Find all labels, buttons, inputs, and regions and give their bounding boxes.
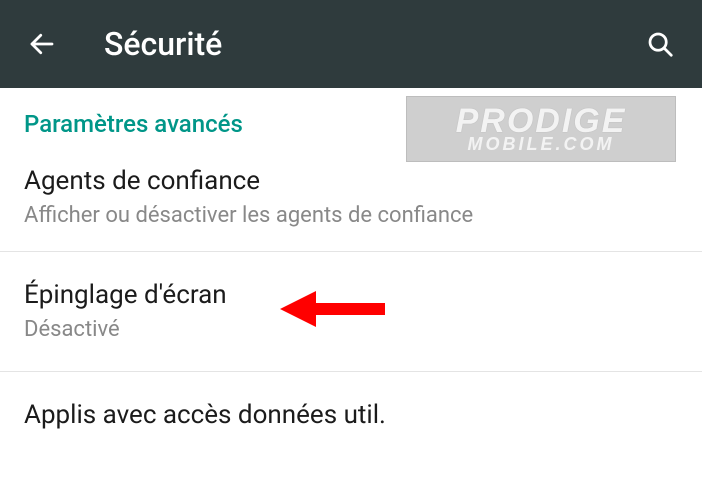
setting-title: Épinglage d'écran [24, 278, 678, 313]
setting-screen-pinning[interactable]: Épinglage d'écran Désactivé [0, 252, 702, 371]
back-arrow-icon [27, 29, 57, 59]
setting-trust-agents[interactable]: Agents de confiance Afficher ou désactiv… [0, 152, 702, 251]
page-title: Sécurité [104, 25, 638, 63]
back-button[interactable] [20, 22, 64, 66]
setting-title: Applis avec accès données util. [24, 398, 678, 433]
setting-subtitle: Désactivé [24, 315, 678, 345]
setting-apps-usage-access[interactable]: Applis avec accès données util. [0, 372, 702, 453]
search-button[interactable] [638, 22, 682, 66]
app-bar: Sécurité [0, 0, 702, 88]
search-icon [645, 29, 675, 59]
section-header-advanced: Paramètres avancés [0, 88, 702, 152]
setting-title: Agents de confiance [24, 164, 678, 199]
setting-subtitle: Afficher ou désactiver les agents de con… [24, 201, 678, 231]
